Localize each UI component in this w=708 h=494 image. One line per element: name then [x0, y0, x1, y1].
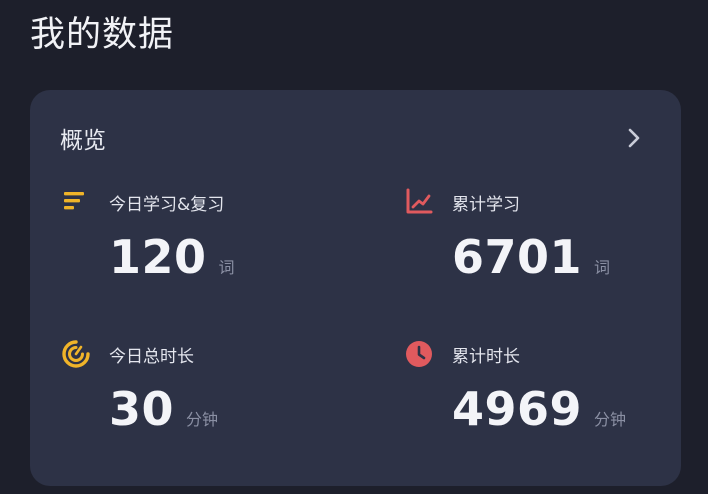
gauge-icon	[62, 340, 90, 368]
bars-list-icon	[64, 192, 84, 210]
line-chart-icon	[406, 188, 433, 214]
stat-value: 30	[109, 382, 175, 436]
stat-label: 今日总时长	[109, 346, 194, 367]
stat-label: 累计学习	[452, 194, 520, 215]
stat-label: 累计时长	[452, 346, 520, 367]
overview-card[interactable]: 概览 今日学习&复习 120 词 累计学习 6701 词 今日总时长 30 分钟…	[30, 90, 681, 486]
page-title: 我的数据	[30, 15, 175, 55]
stat-label: 今日学习&复习	[109, 194, 225, 215]
stat-total-study: 累计学习 6701 词	[404, 188, 664, 298]
card-title: 概览	[60, 128, 106, 154]
stat-unit: 分钟	[594, 410, 627, 429]
stat-unit: 词	[594, 258, 611, 277]
stat-value: 120	[109, 230, 207, 284]
stat-value: 6701	[452, 230, 583, 284]
stat-today-duration: 今日总时长 30 分钟	[61, 340, 321, 450]
clock-icon	[406, 341, 432, 367]
data-page: 我的数据 概览 今日学习&复习 120 词 累计学习 6701 词 今日总时长 …	[0, 0, 708, 494]
stat-total-duration: 累计时长 4969 分钟	[404, 340, 664, 450]
stat-unit: 词	[218, 258, 235, 277]
stat-today-study: 今日学习&复习 120 词	[61, 188, 321, 298]
chevron-right-icon[interactable]	[622, 126, 646, 150]
stat-unit: 分钟	[186, 410, 219, 429]
stat-value: 4969	[452, 382, 583, 436]
